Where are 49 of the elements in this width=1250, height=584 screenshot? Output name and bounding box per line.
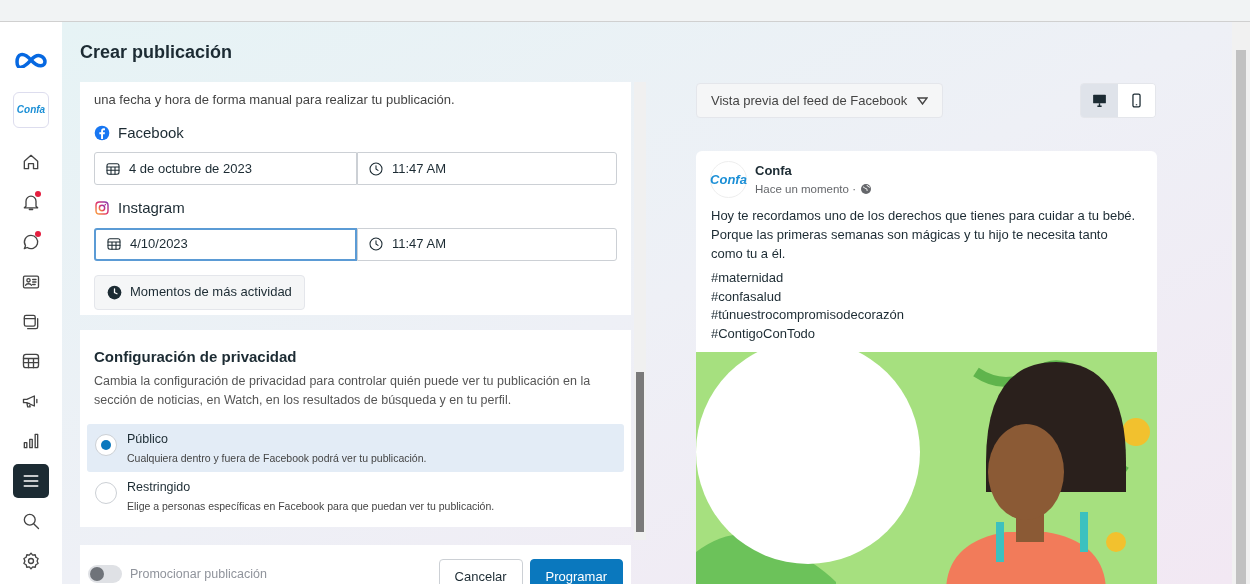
hashtag: #ContigoConTodo [711, 324, 816, 343]
search-icon [21, 511, 41, 532]
radio-button[interactable] [95, 481, 117, 504]
instagram-icon [94, 200, 110, 217]
hashtag: #maternidad [711, 269, 784, 287]
desktop-icon [1091, 92, 1108, 109]
page-title: Crear publicación [80, 40, 233, 64]
toggle-switch[interactable] [88, 565, 122, 583]
option-description: Elige a personas específicas en Facebook para que puedan ver tu publicación. [127, 499, 495, 515]
clock-icon [107, 284, 122, 300]
post-text: Hoy te recordamos uno de los derechos que tienes para cuidar a tu bebé. Porque las primeras semanas son mágicas y tu hijo te necesita tanto como tu a él. [710, 207, 1137, 263]
calendar-icon [106, 236, 122, 252]
sidebar-item[interactable] [13, 464, 49, 499]
toggle-label: Promocionar publicación [130, 566, 268, 583]
caret-icon [917, 96, 929, 105]
intro-text: una fecha y hora de forma manual para realizar tu publicación. [94, 91, 456, 109]
page-logo[interactable]: Confa [13, 91, 49, 128]
hashtag: #confasalud [711, 287, 782, 306]
globe-icon [860, 183, 872, 196]
option-label: Público [127, 430, 169, 448]
author-name: Confa [755, 162, 793, 181]
option-label: Restringido [127, 478, 192, 496]
date-field[interactable]: 4/10/2023 [94, 227, 357, 261]
hashtag: #túnuestrocompromisodecorazón [711, 306, 904, 324]
facebook-icon [94, 124, 110, 141]
preview-dropdown[interactable]: Vista previa del feed de Facebook [696, 83, 944, 118]
device-toggle[interactable] [1081, 84, 1118, 117]
page-scrollbar[interactable] [1232, 22, 1250, 584]
radio-button[interactable] [95, 433, 117, 456]
clock-icon [368, 236, 384, 252]
clock-icon [368, 160, 384, 177]
time-field[interactable]: 11:47 AM [357, 152, 617, 185]
scrollbar[interactable] [634, 82, 646, 540]
platform-label: Facebook [118, 122, 184, 143]
date-field[interactable]: 4 de octubre de 2023 [94, 152, 357, 185]
device-toggle[interactable] [1118, 84, 1155, 117]
section-title: Configuración de privacidad [93, 347, 298, 367]
activity-button[interactable]: Momentos de más actividad [94, 274, 305, 310]
post-time: Hace un momento · [755, 181, 856, 197]
settings-icon [21, 551, 41, 572]
option-description: Cualquiera dentro y fuera de Facebook podrá ver tu publicación. [127, 451, 427, 467]
time-field[interactable]: 11:47 AM [357, 227, 617, 261]
radio-option[interactable]: Restringido Elige a personas específicas en Facebook para que puedan ver tu publicación. [87, 471, 624, 520]
section-description: Cambia la configuración de privacidad para controlar quién puede ver tu publicación en la sección de noticias, en Watch, en los resultados de búsqueda y en tu perfil. [93, 372, 592, 409]
platform-label: Instagram [118, 198, 185, 218]
schedule-button[interactable]: Programar [529, 559, 623, 584]
radio-option[interactable]: Público Cualquiera dentro y fuera de Facebook podrá ver tu publicación. [87, 423, 624, 472]
calendar-icon [105, 160, 121, 177]
cancel-button[interactable]: Cancelar [438, 559, 523, 584]
